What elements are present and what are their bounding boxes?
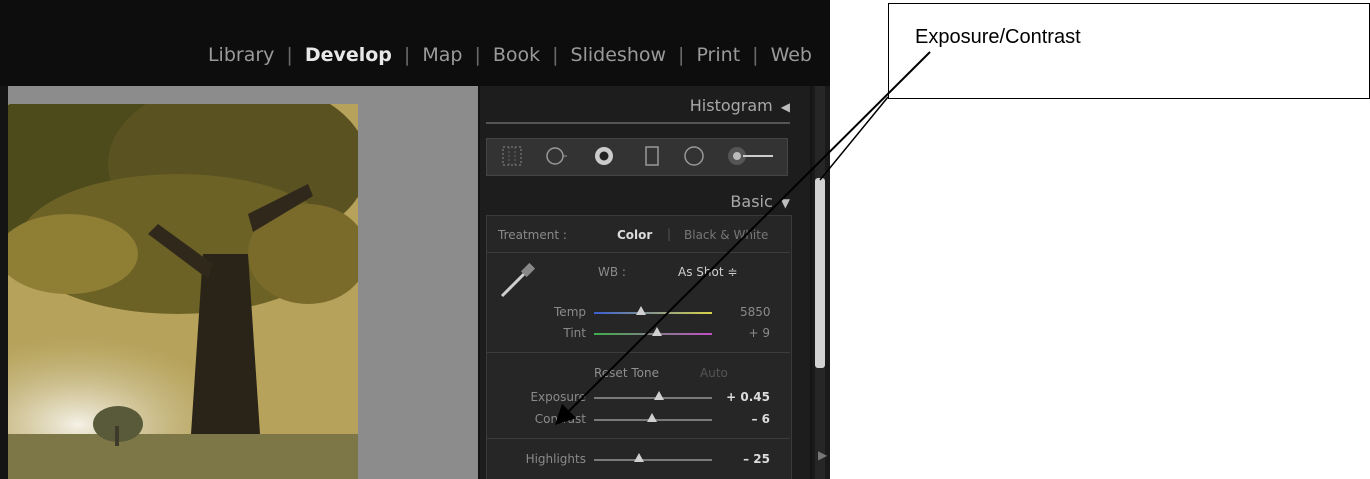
temp-value[interactable]: 5850 <box>740 305 771 319</box>
spot-removal-icon[interactable] <box>545 145 567 167</box>
scrollbar-thumb[interactable] <box>815 178 825 368</box>
module-picker: Library | Develop | Map | Book | Slidesh… <box>208 44 812 66</box>
tint-slider-thumb[interactable] <box>651 327 662 336</box>
wb-select[interactable]: As Shot ≑ <box>678 265 737 279</box>
histogram-header[interactable]: Histogram ◀ <box>690 96 790 115</box>
auto-tone-button[interactable]: Auto <box>700 366 728 380</box>
callout-box: Exposure/Contrast <box>888 3 1370 99</box>
reset-tone-label: Reset Tone <box>594 366 659 380</box>
module-book[interactable]: Book <box>493 44 540 66</box>
module-separator: | <box>474 44 481 66</box>
temp-slider[interactable] <box>594 312 712 314</box>
module-separator: | <box>552 44 559 66</box>
treatment-color-button[interactable]: Color <box>617 228 652 242</box>
treatment-separator: | <box>667 227 672 241</box>
white-balance-eyedropper-icon[interactable] <box>496 258 542 300</box>
section-divider <box>486 438 790 439</box>
module-separator: | <box>403 44 411 66</box>
temp-slider-thumb[interactable] <box>636 306 647 315</box>
exposure-label: Exposure <box>530 390 586 404</box>
histogram-area <box>486 122 790 124</box>
wb-label: WB : <box>598 265 626 279</box>
tint-value[interactable]: + 9 <box>740 326 770 340</box>
treatment-label: Treatment : <box>498 228 567 242</box>
photo-canvas[interactable] <box>8 86 478 479</box>
tool-strip <box>486 138 788 176</box>
exposure-value[interactable]: + 0.45 <box>720 390 770 404</box>
module-map[interactable]: Map <box>422 44 462 66</box>
highlights-slider-thumb[interactable] <box>633 453 644 462</box>
temp-label: Temp <box>554 305 586 319</box>
triangle-down-icon: ▼ <box>780 196 790 210</box>
module-print[interactable]: Print <box>696 44 740 66</box>
module-library[interactable]: Library <box>208 44 274 66</box>
tint-label: Tint <box>563 326 586 340</box>
radial-filter-icon[interactable] <box>683 145 705 167</box>
module-slideshow[interactable]: Slideshow <box>571 44 666 66</box>
treatment-bw-button[interactable]: Black & White <box>684 228 768 242</box>
photo-preview[interactable] <box>8 104 358 479</box>
adjustment-brush-icon[interactable] <box>727 145 777 167</box>
basic-panel <box>486 215 792 479</box>
basic-label: Basic <box>730 192 773 211</box>
contrast-slider-thumb[interactable] <box>646 413 657 422</box>
histogram-label: Histogram <box>689 96 773 115</box>
contrast-label: Contrast <box>534 412 586 426</box>
basic-header[interactable]: Basic ▼ <box>730 192 790 211</box>
callout-label: Exposure/Contrast <box>915 26 1081 48</box>
exposure-slider-thumb[interactable] <box>653 391 664 400</box>
module-web[interactable]: Web <box>771 44 812 66</box>
highlights-slider[interactable] <box>594 459 712 461</box>
panel-scrollbar[interactable] <box>812 86 830 479</box>
arrow-line-to-panel <box>819 96 889 181</box>
module-develop[interactable]: Develop <box>305 44 392 66</box>
highlights-label: Highlights <box>525 452 586 466</box>
graduated-filter-icon[interactable] <box>641 145 663 167</box>
highlights-value[interactable]: – 25 <box>720 452 770 466</box>
panel-expand-arrow-icon[interactable]: ▶ <box>818 448 827 462</box>
red-eye-icon[interactable] <box>593 145 615 167</box>
module-picker-bar: Library | Develop | Map | Book | Slidesh… <box>0 0 830 86</box>
module-separator: | <box>678 44 685 66</box>
tree-photo-image <box>8 104 358 479</box>
crop-overlay-icon[interactable] <box>501 145 523 167</box>
section-divider <box>486 352 790 353</box>
triangle-left-icon: ◀ <box>780 100 790 114</box>
module-separator: | <box>286 44 293 66</box>
contrast-value[interactable]: – 6 <box>720 412 770 426</box>
module-separator: | <box>752 44 759 66</box>
lightroom-window: Library | Develop | Map | Book | Slidesh… <box>0 0 830 479</box>
section-divider <box>486 252 790 253</box>
